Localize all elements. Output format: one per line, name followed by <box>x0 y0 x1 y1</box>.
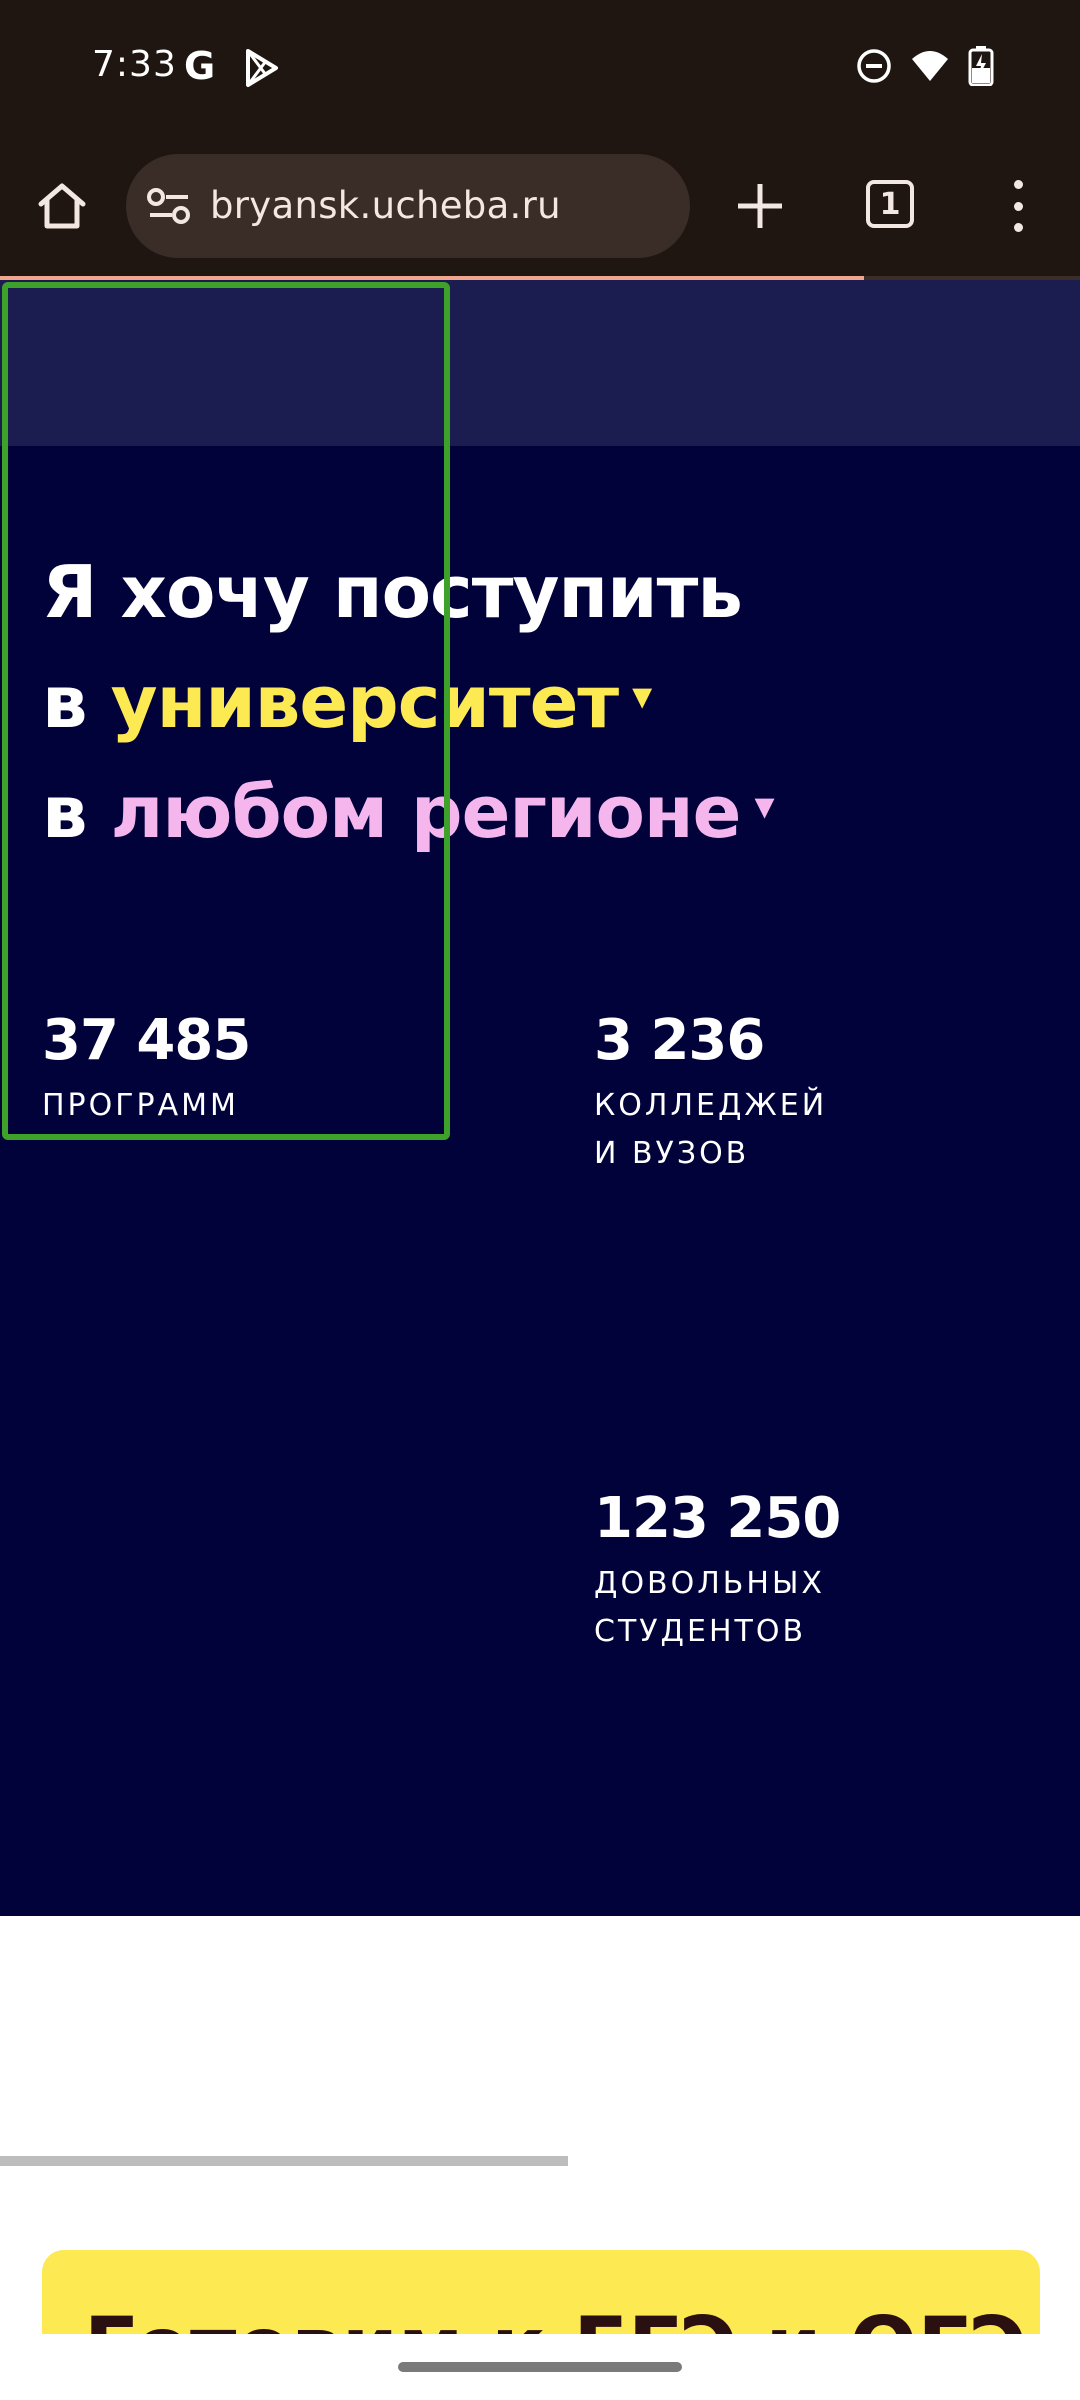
stat-students-label: ДОВОЛЬНЫХ СТУДЕНТОВ <box>594 1560 840 1656</box>
more-menu-icon[interactable] <box>1000 176 1036 236</box>
do-not-disturb-icon <box>857 49 891 83</box>
carousel-scroll-indicator[interactable] <box>0 2156 568 2166</box>
institution-type-selector[interactable]: университет ▾ <box>111 660 653 744</box>
stat-students-label-line1: ДОВОЛЬНЫХ <box>594 1566 825 1601</box>
play-store-icon <box>246 49 278 87</box>
url-text[interactable]: bryansk.ucheba.ru <box>210 184 561 227</box>
status-time: 7:33 <box>92 44 177 85</box>
hero-section: Я хочу поступить в университет ▾ в любом … <box>0 446 1080 1916</box>
stat-programs-number: 37 485 <box>42 1008 251 1073</box>
caret-down-icon[interactable]: ▾ <box>755 783 775 829</box>
stat-students: 123 250 ДОВОЛЬНЫХ СТУДЕНТОВ <box>594 1486 841 1656</box>
tab-count: 1 <box>879 186 901 222</box>
site-settings-icon[interactable] <box>146 186 192 226</box>
stat-colleges-number: 3 236 <box>594 1008 765 1073</box>
new-tab-icon[interactable] <box>730 176 790 236</box>
address-bar[interactable]: bryansk.ucheba.ru <box>126 154 690 258</box>
hero-heading: Я хочу поступить в университет ▾ в любом … <box>42 540 775 864</box>
stat-students-label-line2: СТУДЕНТОВ <box>594 1614 807 1649</box>
gesture-handle[interactable] <box>398 2362 682 2372</box>
home-button[interactable] <box>30 174 94 238</box>
tab-switcher-icon[interactable]: 1 <box>866 180 914 228</box>
heading-line-1: Я хочу поступить <box>42 550 743 634</box>
region-value[interactable]: любом регионе <box>111 770 742 854</box>
region-selector[interactable]: любом регионе ▾ <box>111 770 775 854</box>
stat-colleges: 3 236 КОЛЛЕДЖЕЙ И ВУЗОВ <box>594 1008 827 1178</box>
status-bar: 7:33 G <box>0 0 1080 140</box>
institution-type-value[interactable]: университет <box>111 660 619 744</box>
screen: 7:33 G bryansk.ucheba.ru 1 Я хочу поступ… <box>0 0 1080 2400</box>
heading-prefix-3: в <box>42 770 88 854</box>
stat-colleges-label-line1: КОЛЛЕДЖЕЙ <box>594 1088 828 1123</box>
heading-line-2: в университет ▾ <box>42 644 774 754</box>
heading-prefix-2: в <box>42 660 88 744</box>
stat-programs-label: ПРОГРАММ <box>42 1088 239 1123</box>
stat-programs: 37 485 ПРОГРАММ <box>42 1008 251 1130</box>
stat-colleges-label-line2: И ВУЗОВ <box>594 1136 750 1171</box>
battery-charging-icon <box>968 46 994 86</box>
home-icon <box>38 183 86 229</box>
stat-students-number: 123 250 <box>594 1486 841 1551</box>
wifi-icon <box>912 51 948 81</box>
caret-down-icon[interactable]: ▾ <box>632 673 652 719</box>
browser-toolbar: bryansk.ucheba.ru 1 <box>0 140 1080 276</box>
google-icon: G <box>184 44 216 88</box>
stat-colleges-label: КОЛЛЕДЖЕЙ И ВУЗОВ <box>594 1082 827 1178</box>
status-icons <box>856 44 994 88</box>
heading-line-3: в любом регионе ▾ <box>42 754 775 864</box>
site-header-band <box>0 280 1080 446</box>
